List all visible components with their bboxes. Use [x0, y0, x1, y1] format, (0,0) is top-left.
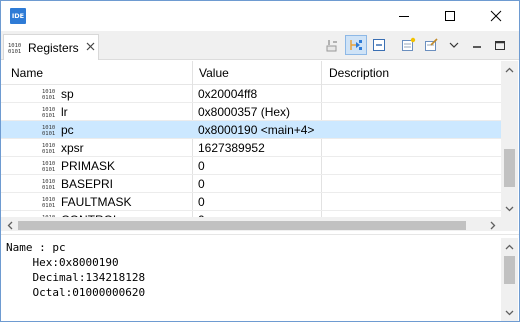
maximize-view-icon	[495, 41, 505, 50]
scroll-down-arrow-icon[interactable]	[501, 304, 518, 321]
tab-registers[interactable]: 1010 0101 Registers	[3, 34, 99, 60]
column-header-name[interactable]: Name	[1, 61, 192, 85]
register-name: PRIMASK	[61, 159, 116, 173]
link-button[interactable]	[345, 35, 367, 55]
registers-icon: 1010 0101	[8, 43, 21, 54]
show-all-icon	[326, 40, 337, 52]
table-row[interactable]: 1010 0101 BASEPRI 0	[1, 175, 501, 193]
minimize-icon	[399, 16, 409, 17]
tab-close-icon[interactable]	[86, 42, 95, 54]
table-row[interactable]: 1010 0101 xpsr 1627389952	[1, 139, 501, 157]
scrollbar-corner	[501, 217, 518, 231]
register-value[interactable]: 0	[198, 175, 205, 193]
close-button[interactable]	[473, 1, 519, 31]
table-horizontal-scrollbar[interactable]	[1, 217, 501, 231]
register-icon: 10100101	[42, 107, 55, 118]
minimize-view-button[interactable]	[466, 35, 488, 55]
link-icon	[350, 40, 362, 50]
detail-vertical-scrollbar[interactable]	[501, 238, 518, 321]
column-header-description[interactable]: Description	[319, 61, 501, 85]
register-value[interactable]: 0	[198, 157, 205, 175]
maximize-icon	[445, 11, 455, 21]
register-detail-pane[interactable]: Name : pc Hex:0x8000190 Decimal:13421812…	[1, 238, 501, 322]
svg-text:0101: 0101	[42, 203, 55, 208]
table-row[interactable]: 1010 0101 PRIMASK 0	[1, 157, 501, 175]
scrollbar-thumb[interactable]	[504, 256, 515, 284]
scroll-up-arrow-icon[interactable]	[501, 61, 518, 78]
close-icon	[490, 10, 502, 22]
scroll-down-arrow-icon[interactable]	[501, 200, 518, 217]
show-all-button[interactable]	[322, 35, 344, 55]
register-name: pc	[61, 123, 74, 137]
register-value[interactable]: 0x20004ff8	[198, 85, 257, 103]
title-bar: IDE	[1, 1, 519, 31]
register-name: lr	[61, 105, 68, 119]
register-value[interactable]: 1627389952	[198, 139, 265, 157]
table-vertical-scrollbar[interactable]	[501, 61, 518, 217]
svg-text:0101: 0101	[42, 131, 55, 136]
new-group-icon	[402, 37, 416, 51]
table-row[interactable]: 1010 0101 pc 0x8000190 <main+4>	[1, 121, 501, 139]
register-value[interactable]: 0x8000190 <main+4>	[198, 121, 314, 139]
table-row[interactable]: 1010 0101 FAULTMASK 0	[1, 193, 501, 211]
edit-register-group-button[interactable]	[420, 35, 442, 55]
register-icon: 10100101	[42, 125, 55, 136]
detail-line: Decimal:134218128	[6, 271, 146, 284]
add-register-group-button[interactable]	[397, 35, 419, 55]
register-name: BASEPRI	[61, 177, 114, 191]
ide-app-icon: IDE	[10, 8, 26, 24]
register-name: xpsr	[61, 141, 84, 155]
table-row[interactable]: 1010 0101 sp 0x20004ff8	[1, 85, 501, 103]
scroll-up-arrow-icon[interactable]	[501, 238, 518, 255]
register-name: FAULTMASK	[61, 195, 132, 209]
scroll-right-arrow-icon[interactable]	[484, 217, 501, 231]
column-header-value[interactable]: Value	[189, 61, 322, 85]
scrollbar-thumb[interactable]	[504, 149, 515, 187]
svg-text:0101: 0101	[42, 149, 55, 154]
register-icon: 10100101	[42, 143, 55, 154]
detail-line: Octal:01000000620	[6, 286, 146, 299]
svg-text:0101: 0101	[42, 113, 55, 118]
register-icon: 10100101	[42, 197, 55, 208]
svg-text:0101: 0101	[8, 49, 21, 54]
register-icon: 10100101	[42, 179, 55, 190]
tab-label: Registers	[28, 40, 79, 55]
collapse-all-button[interactable]	[368, 35, 390, 55]
minimize-button[interactable]	[381, 1, 427, 31]
register-icon: 10100101	[42, 89, 55, 100]
svg-text:0101: 0101	[42, 167, 55, 172]
edit-group-icon	[425, 38, 438, 51]
register-icon: 10100101	[42, 161, 55, 172]
view-menu-button[interactable]	[443, 35, 465, 55]
detail-line: Hex:0x8000190	[6, 256, 119, 269]
view-tab-bar: 1010 0101 Registers	[1, 31, 519, 60]
view-toolbar	[321, 35, 511, 55]
minimize-view-icon	[473, 46, 481, 48]
scroll-left-arrow-icon[interactable]	[1, 217, 18, 231]
detail-line: Name : pc	[6, 241, 66, 254]
registers-window: IDE 1010 0101 Registers Name Value Descr…	[0, 0, 520, 322]
table-row[interactable]: 1010 0101 lr 0x8000357 (Hex)	[1, 103, 501, 121]
svg-text:0101: 0101	[42, 95, 55, 100]
maximize-view-button[interactable]	[489, 35, 511, 55]
register-value[interactable]: 0	[198, 193, 205, 211]
register-value[interactable]: 0x8000357 (Hex)	[198, 103, 290, 121]
collapse-icon	[373, 39, 385, 51]
registers-table: Name Value Description 1010 0101 sp 0x20004…	[1, 61, 519, 231]
view-menu-icon	[449, 42, 459, 48]
maximize-button[interactable]	[427, 1, 473, 31]
table-header: Name Value Description	[1, 61, 501, 85]
scrollbar-thumb[interactable]	[18, 221, 466, 230]
svg-text:0101: 0101	[42, 185, 55, 190]
register-name: sp	[61, 87, 74, 101]
